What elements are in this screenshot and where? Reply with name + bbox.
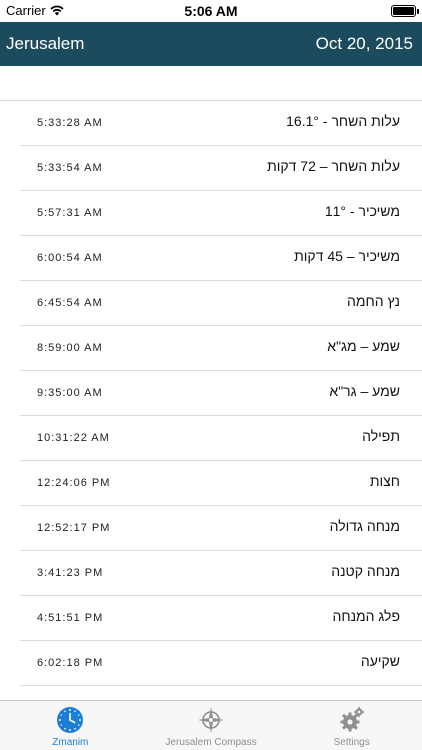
zman-time: 5:57:31 AM xyxy=(37,207,103,219)
gear-icon xyxy=(340,707,364,732)
tab-label: Zmanim xyxy=(52,737,89,748)
zman-time: 6:02:18 PM xyxy=(37,657,104,669)
status-bar: Carrier 5:06 AM xyxy=(0,0,422,22)
zman-time: 9:35:00 AM xyxy=(37,387,103,399)
compass-icon xyxy=(198,707,224,733)
battery-icon xyxy=(391,5,419,17)
zman-name: מנחה קטנה xyxy=(331,563,400,579)
status-time: 5:06 AM xyxy=(184,3,238,19)
zman-time: 6:00:54 AM xyxy=(37,252,103,264)
zman-time: 4:51:51 PM xyxy=(37,612,104,624)
zman-name: נץ החמה xyxy=(347,293,400,309)
zman-row[interactable]: 12:52:17 PM מנחה גדולה xyxy=(20,506,422,551)
zman-row[interactable]: 10:31:22 AM תפילה xyxy=(20,416,422,461)
zman-row[interactable]: 8:59:00 AM שמע – מג"א xyxy=(20,326,422,371)
tab-label: Settings xyxy=(333,737,370,748)
tab-zmanim[interactable]: Zmanim xyxy=(0,701,141,750)
zman-time: 8:59:00 AM xyxy=(37,342,103,354)
tab-bar: Zmanim Jerusalem Compass Settings xyxy=(0,700,422,750)
zman-time: 3:41:23 PM xyxy=(37,567,104,579)
zman-time: 5:33:54 AM xyxy=(37,162,103,174)
header-date: Oct 20, 2015 xyxy=(315,34,413,53)
zman-row[interactable]: 6:45:54 AM נץ החמה xyxy=(20,281,422,326)
zman-name: תפילה xyxy=(362,428,400,444)
zman-time: 10:31:22 AM xyxy=(37,432,110,444)
zmanim-list[interactable]: 5:33:28 AM עלות השחר - 16.1° 5:33:54 AM … xyxy=(0,66,422,700)
zman-row[interactable]: 12:24:06 PM חצות xyxy=(20,461,422,506)
zman-row[interactable]: 6:02:18 PM שקיעה xyxy=(20,641,422,686)
location-title: Jerusalem xyxy=(6,34,85,53)
zman-name: שמע – גר"א xyxy=(329,383,400,399)
tab-label: Jerusalem Compass xyxy=(165,737,257,748)
list-header-spacer xyxy=(0,66,422,101)
zman-row[interactable]: 6:00:54 AM משיכיר – 45 דקות xyxy=(20,236,422,281)
zman-name: משיכיר - 11° xyxy=(324,203,400,219)
zman-row[interactable]: 3:41:23 PM מנחה קטנה xyxy=(20,551,422,596)
clock-icon xyxy=(57,707,84,733)
zman-name: מנחה גדולה xyxy=(329,518,400,534)
zman-row[interactable]: 9:35:00 AM שמע – גר"א xyxy=(20,371,422,416)
zman-name: עלות השחר – 72 דקות xyxy=(267,158,400,174)
header-bar: Jerusalem Oct 20, 2015 xyxy=(0,22,422,66)
zman-name: עלות השחר - 16.1° xyxy=(286,113,400,129)
zman-name: שמע – מג"א xyxy=(327,338,400,354)
tab-settings[interactable]: Settings xyxy=(281,701,422,750)
zman-row[interactable]: 5:33:54 AM עלות השחר – 72 דקות xyxy=(20,146,422,191)
zman-name: משיכיר – 45 דקות xyxy=(294,248,400,264)
zman-time: 12:52:17 PM xyxy=(37,522,111,534)
zman-time: 12:24:06 PM xyxy=(37,477,111,489)
zman-time: 6:45:54 AM xyxy=(37,297,103,309)
zman-row[interactable]: 4:51:51 PM פלג המנחה xyxy=(20,596,422,641)
zman-name: פלג המנחה xyxy=(332,608,400,624)
zman-name: חצות xyxy=(369,473,400,489)
zman-time: 5:33:28 AM xyxy=(37,117,103,129)
zman-name: שקיעה xyxy=(360,653,400,669)
tab-jerusalem-compass[interactable]: Jerusalem Compass xyxy=(141,701,282,750)
zman-row[interactable]: 5:57:31 AM משיכיר - 11° xyxy=(20,191,422,236)
zman-row[interactable]: 5:33:28 AM עלות השחר - 16.1° xyxy=(20,101,422,146)
